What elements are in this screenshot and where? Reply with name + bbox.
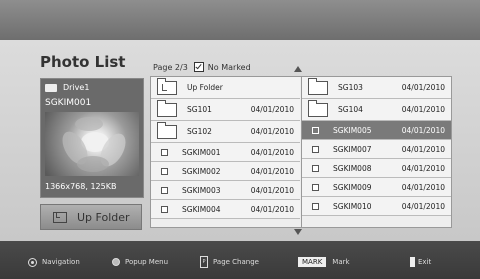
checkbox-icon <box>312 183 319 191</box>
photo-name: SGKIM001 <box>45 98 92 108</box>
item-date: 04/01/2010 <box>250 105 294 114</box>
list-item[interactable]: SGKIM007 04/01/2010 <box>302 140 451 159</box>
item-name: SG102 <box>187 127 212 136</box>
checkbox-icon <box>312 164 319 172</box>
ok-button-icon <box>112 258 120 266</box>
item-name: SGKIM010 <box>333 201 372 211</box>
exit-label: Exit <box>418 258 432 266</box>
item-name: SGKIM007 <box>333 144 372 154</box>
item-date: 04/01/2010 <box>250 147 294 157</box>
item-date: 04/01/2010 <box>401 144 445 154</box>
footer-page-change: P Page Change <box>200 256 259 268</box>
checkbox-icon <box>161 186 168 194</box>
list-item[interactable]: SG103 04/01/2010 <box>302 77 451 99</box>
folder-icon <box>157 99 177 117</box>
up-folder-label: Up Folder <box>77 210 130 224</box>
item-name: SGKIM005 <box>333 125 372 135</box>
list-item[interactable]: SGKIM002 04/01/2010 <box>151 162 300 181</box>
item-name: SG101 <box>187 105 212 114</box>
drive-label: Drive1 <box>63 83 90 92</box>
item-name: SGKIM002 <box>182 166 221 176</box>
mark-label: Mark <box>332 258 350 266</box>
up-folder-icon <box>157 77 177 95</box>
folder-icon <box>308 99 328 117</box>
checkbox-icon <box>161 167 168 175</box>
checkbox-icon <box>161 148 168 156</box>
item-date: 04/01/2010 <box>250 127 294 136</box>
item-name: SGKIM004 <box>182 204 221 214</box>
marked-status: No Marked <box>207 62 251 72</box>
footer-exit: Exit <box>410 257 431 267</box>
footer-mark: MARK Mark <box>298 257 350 267</box>
page-indicator: Page 2/3 <box>153 62 188 72</box>
list-item[interactable]: SG101 04/01/2010 <box>151 99 300 121</box>
scroll-up-arrow-icon[interactable] <box>294 66 302 72</box>
photo-info-card: Drive1 SGKIM001 1366x768, 125KB <box>40 78 144 198</box>
list-item[interactable]: SGKIM008 04/01/2010 <box>302 159 451 178</box>
popup-label: Popup Menu <box>125 258 169 266</box>
checkbox-icon <box>312 202 319 210</box>
list-item[interactable]: SG104 04/01/2010 <box>302 99 451 121</box>
list-item[interactable]: SGKIM004 04/01/2010 <box>151 200 300 219</box>
list-item[interactable]: SGKIM009 04/01/2010 <box>302 178 451 197</box>
item-date: 04/01/2010 <box>401 105 445 114</box>
list-item[interactable]: Up Folder <box>151 77 300 99</box>
photo-meta: 1366x768, 125KB <box>45 182 117 191</box>
exit-icon <box>410 257 415 267</box>
checkbox-icon <box>312 126 319 134</box>
item-date: 04/01/2010 <box>401 201 445 211</box>
item-date: 04/01/2010 <box>401 182 445 192</box>
list-item[interactable]: SGKIM003 04/01/2010 <box>151 181 300 200</box>
list-item[interactable]: SGKIM005 04/01/2010 <box>302 121 451 140</box>
item-date: 04/01/2010 <box>401 125 445 135</box>
navigation-label: Navigation <box>42 258 80 266</box>
item-date: 04/01/2010 <box>250 204 294 214</box>
item-date: 04/01/2010 <box>401 83 445 92</box>
item-name: SGKIM009 <box>333 182 372 192</box>
left-column: Up Folder SG101 04/01/2010 SG102 04/01/2010 S… <box>151 77 300 219</box>
page-change-icon: P <box>200 256 208 268</box>
list-item[interactable]: SGKIM001 04/01/2010 <box>151 143 300 162</box>
scroll-down-arrow-icon[interactable] <box>294 229 302 235</box>
up-folder-button[interactable]: Up Folder <box>40 204 142 230</box>
folder-icon <box>157 121 177 139</box>
right-column: SG103 04/01/2010 SG104 04/01/2010 SGKIM005 04… <box>301 77 451 227</box>
photo-thumbnail <box>45 112 139 176</box>
item-name: SG104 <box>338 105 363 114</box>
file-grid: Up Folder SG101 04/01/2010 SG102 04/01/2010 S… <box>150 76 452 228</box>
up-folder-icon <box>53 211 67 223</box>
item-name: Up Folder <box>187 83 223 92</box>
item-date: 04/01/2010 <box>250 185 294 195</box>
item-date: 04/01/2010 <box>401 163 445 173</box>
page-title: Photo List <box>40 53 126 71</box>
checkbox-icon <box>161 205 168 213</box>
footer-popup: Popup Menu <box>112 258 168 266</box>
drive-row: Drive1 <box>45 83 89 92</box>
item-name: SGKIM008 <box>333 163 372 173</box>
item-name: SGKIM001 <box>182 147 221 157</box>
item-name: SG103 <box>338 83 363 92</box>
checkbox-icon <box>312 145 319 153</box>
mark-key-badge: MARK <box>298 257 327 267</box>
folder-icon <box>308 77 328 95</box>
page-status: Page 2/3 No Marked <box>153 62 251 72</box>
item-name: SGKIM003 <box>182 185 221 195</box>
drive-icon <box>45 83 57 92</box>
footer-bar: Navigation Popup Menu P Page Change MARK… <box>0 252 480 272</box>
page-change-label: Page Change <box>213 258 259 266</box>
item-date: 04/01/2010 <box>250 166 294 176</box>
footer-navigation: Navigation <box>28 257 80 267</box>
top-band <box>0 0 480 40</box>
list-item[interactable]: SG102 04/01/2010 <box>151 121 300 143</box>
navigation-icon <box>28 257 37 267</box>
list-item[interactable]: SGKIM010 04/01/2010 <box>302 197 451 216</box>
check-icon <box>193 62 204 72</box>
